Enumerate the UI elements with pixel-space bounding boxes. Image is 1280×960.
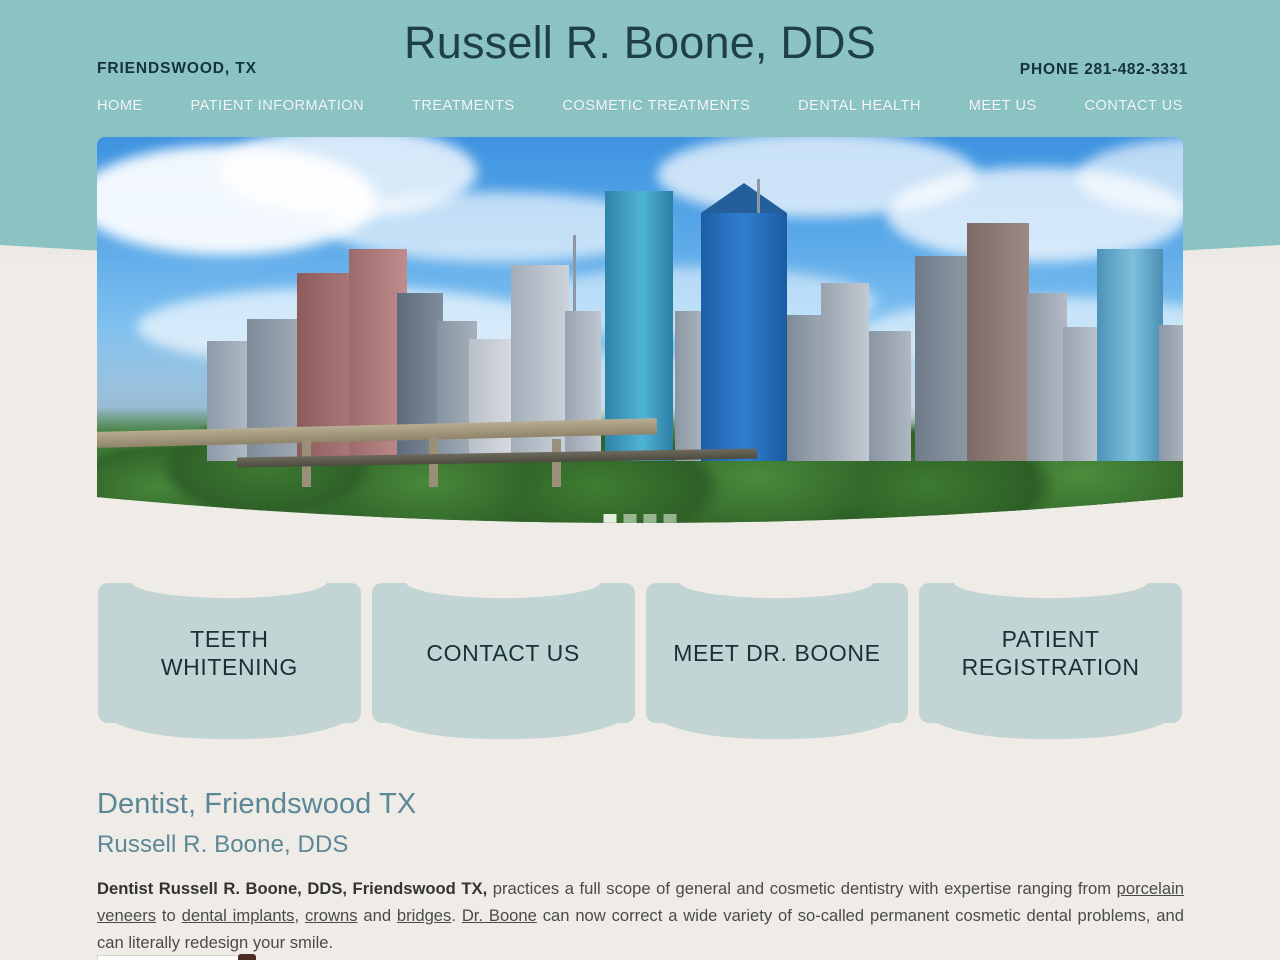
paragraph-lead: Dentist Russell R. Boone, DDS, Friendswo… [97,879,488,899]
page-root: Russell R. Boone, DDS FRIENDSWOOD, TX PH… [0,0,1280,960]
building-shape [967,223,1029,461]
building-shape [787,315,823,461]
main-content: Dentist, Friendswood TX Russell R. Boone… [97,786,1184,957]
building-shape [469,339,513,461]
slider-pagination[interactable] [604,514,677,527]
header-location: FRIENDSWOOD, TX [97,60,257,77]
building-shape [869,331,911,461]
freeway-pier-shape [552,439,561,487]
nav-item-dental-health[interactable]: DENTAL HEALTH [798,98,921,114]
content-subheading: Russell R. Boone, DDS [97,831,349,859]
quick-link-label-line2: WHITENING [160,654,298,680]
link-crowns[interactable]: crowns [305,906,358,925]
nav-item-home[interactable]: HOME [97,98,143,114]
spire-shape [757,179,760,213]
main-navigation[interactable]: HOME PATIENT INFORMATION TREATMENTS COSM… [97,98,1183,114]
phone-number: 281-482-3331 [1084,61,1188,78]
quick-links-row: TEETH WHITENING CONTACT US MEET DR. BOON… [98,583,1182,739]
paragraph-text: and [357,906,397,926]
quick-link-label-line2: REGISTRATION [961,654,1140,680]
quick-link-meet-dr-boone[interactable]: MEET DR. BOONE [645,583,909,739]
phone-label: PHONE [1019,61,1080,78]
nav-item-contact-us[interactable]: CONTACT US [1085,98,1183,114]
header-phone[interactable]: PHONE 281-482-3331 [1020,61,1188,79]
building-shape [1159,325,1183,461]
building-shape [565,311,601,461]
link-dr-boone[interactable]: Dr. Boone [462,906,537,925]
quick-link-label-line1: PATIENT [1001,625,1100,652]
building-shape [1063,327,1099,461]
content-heading: Dentist, Friendswood TX [97,788,417,820]
nav-item-treatments[interactable]: TREATMENTS [412,98,515,114]
slider-dot-4[interactable] [664,514,677,527]
below-fold-icon [238,954,256,960]
content-paragraph: Dentist Russell R. Boone, DDS, Friendswo… [97,876,1184,957]
slider-dot-3[interactable] [644,514,657,527]
hero-banner-image [97,137,1183,549]
building-shape [701,213,787,461]
nav-item-cosmetic-treatments[interactable]: COSMETIC TREATMENTS [562,98,750,114]
quick-link-contact-us[interactable]: CONTACT US [371,583,635,739]
quick-link-label-line1: CONTACT US [426,639,580,666]
antenna-shape [573,235,576,311]
hero-banner-slider[interactable] [97,137,1183,549]
quick-link-patient-registration[interactable]: PATIENT REGISTRATION [919,583,1182,739]
link-dental-implants[interactable]: dental implants [182,906,295,925]
quick-link-label-line1: TEETH [190,625,269,652]
paragraph-text: practices a full scope of general and co… [487,879,1117,899]
link-bridges[interactable]: bridges [397,906,451,925]
building-shape [915,256,969,461]
building-shape [821,283,869,461]
nav-item-patient-information[interactable]: PATIENT INFORMATION [190,98,364,114]
below-fold-input-box[interactable] [97,955,249,960]
quick-link-label-line1: MEET DR. BOONE [673,639,881,666]
quick-link-teeth-whitening[interactable]: TEETH WHITENING [98,583,361,739]
building-shape [1027,293,1067,461]
slider-dot-2[interactable] [624,514,637,527]
paragraph-text: , [294,906,305,926]
slider-dot-1[interactable] [604,514,617,527]
building-shape [1097,249,1163,461]
paragraph-text: to [156,906,182,926]
building-roof-shape [701,183,787,213]
paragraph-text: . [451,906,462,926]
nav-item-meet-us[interactable]: MEET US [969,98,1037,114]
